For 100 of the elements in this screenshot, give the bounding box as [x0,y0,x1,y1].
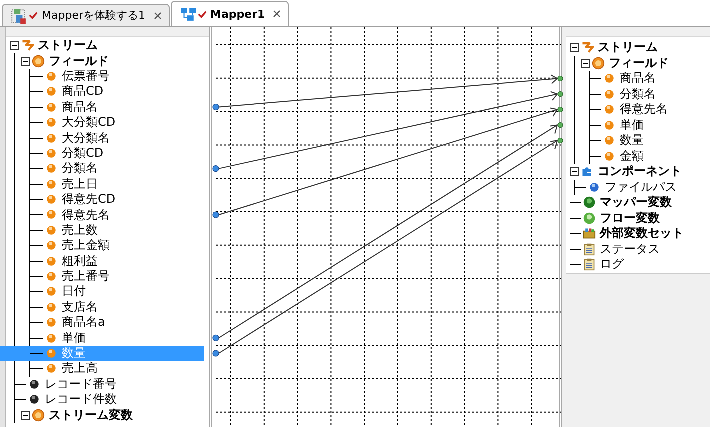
tree-item[interactable]: 得意先CD [30,192,209,208]
tree-item[interactable]: 分類CD [30,146,209,162]
tree-label: 売上金額 [62,237,110,254]
collapse-toggle[interactable] [21,410,30,420]
tree-item[interactable]: 売上日 [30,176,209,192]
tree-item[interactable]: 得意先名 [30,207,209,223]
connector-arrow[interactable] [218,108,558,216]
tree-item[interactable]: 売上高 [30,361,209,377]
field-icon [45,146,58,160]
tree-label: 売上番号 [62,268,110,286]
tree-item[interactable]: マッパー変数 [570,195,710,210]
tree-item[interactable]: ログ [570,257,710,272]
collapse-toggle[interactable] [21,56,30,66]
tree-item[interactable]: 支店名 [30,300,209,316]
tree-item[interactable]: ストリーム変数 [15,407,209,423]
target-port[interactable] [557,106,563,113]
variable-icon [583,212,596,225]
tree-item[interactable]: 分類名 [590,86,710,102]
connector-arrow[interactable] [218,74,558,108]
tab[interactable]: Mapperを体験する1 [2,4,170,26]
tree-label: ストリーム [38,37,98,54]
tree-label: 商品名 [620,70,656,88]
tree-item[interactable]: 数量 [590,133,710,148]
source-port[interactable] [212,212,219,218]
tree-label: レコード件数 [45,391,117,408]
field-icon [45,347,58,360]
tree-item[interactable]: 金額 [590,148,710,164]
close-icon[interactable] [272,9,282,19]
tree-label: 商品名 [62,98,98,116]
tree-label: ログ [600,256,624,274]
tab-flow-icon [11,8,27,24]
tree-item[interactable]: 単価 [590,118,710,133]
collapse-toggle[interactable] [570,43,580,52]
field-group-icon [32,54,45,68]
tree-item[interactable]: ステータス [570,242,710,257]
tree-item[interactable]: 売上数 [30,222,209,238]
tree-label: 商品CD [62,83,104,100]
tree-item[interactable]: ストリーム [10,38,209,54]
tree-item[interactable]: 日付 [30,284,209,300]
close-icon[interactable] [152,10,162,20]
variable-icon [583,196,596,210]
source-port[interactable] [212,104,219,111]
tree-item[interactable]: 商品名a [30,315,209,330]
puzzle-icon [581,165,594,178]
tree-label: 単価 [62,330,86,347]
tree-item[interactable]: 売上金額 [30,238,209,254]
field-icon [603,72,616,86]
tree-item[interactable]: 単価 [30,330,209,346]
tree-item[interactable]: 商品CD [30,84,209,100]
collapse-toggle[interactable] [10,41,19,50]
tree-item[interactable]: ストリーム [570,40,710,56]
tab-mapper-icon [180,6,196,22]
clipboard-icon [583,258,596,272]
mapping-canvas[interactable] [208,27,562,427]
target-port[interactable] [557,76,563,82]
tree-label: 分類CD [62,144,104,162]
tree-label: 得意先CD [62,191,116,208]
field-icon [45,178,58,191]
target-port[interactable] [557,122,563,128]
source-port[interactable] [212,334,219,342]
tree-item[interactable]: 商品名 [590,71,710,86]
connector-arrow[interactable] [218,91,558,170]
source-port[interactable] [212,350,219,357]
tree-item[interactable]: コンポーネント [570,164,710,180]
tree-item[interactable]: 外部変数セット [570,226,710,242]
target-port[interactable] [557,138,563,144]
field-icon [45,332,58,345]
source-port[interactable] [212,166,219,172]
field-group-icon [592,56,606,70]
tree-item[interactable]: 大分類CD [30,114,209,130]
field-icon [45,208,58,222]
field-icon [45,100,58,114]
tree-item[interactable]: フロー変数 [570,210,710,226]
tree-item[interactable]: フィールド [15,53,209,69]
tree-item[interactable]: フィールド [575,56,710,71]
collapse-toggle[interactable] [570,167,580,176]
tree-item[interactable]: 売上番号 [30,268,209,284]
collapse-toggle[interactable] [581,58,590,68]
field-icon [45,316,58,330]
tree-item[interactable]: レコード番号 [15,376,209,392]
stream-icon [21,39,34,52]
tree-label: フィールド [49,52,109,70]
field-icon [45,193,58,206]
tree-label: ストリーム変数 [49,406,133,424]
tree-item[interactable]: 伝票番号 [30,68,209,84]
record-icon [28,393,41,406]
tree-label: 得意先名 [620,101,668,118]
field-icon [45,85,58,98]
field-icon [45,270,58,284]
tree-item[interactable]: ファイルパス [575,180,710,195]
target-port[interactable] [557,91,563,98]
tree-item[interactable]: 大分類名 [30,130,209,146]
tree-label: マッパー変数 [600,194,672,212]
tree-item[interactable]: 粗利益 [30,253,209,269]
tree-item[interactable]: 得意先名 [590,102,710,118]
tree-item[interactable]: 商品名 [30,100,209,115]
tree-item[interactable]: 分類名 [30,161,209,177]
tree-item[interactable]: レコード件数 [15,392,209,408]
tree-label: 支店名 [62,298,98,316]
tab[interactable]: Mapper1 [170,1,290,26]
